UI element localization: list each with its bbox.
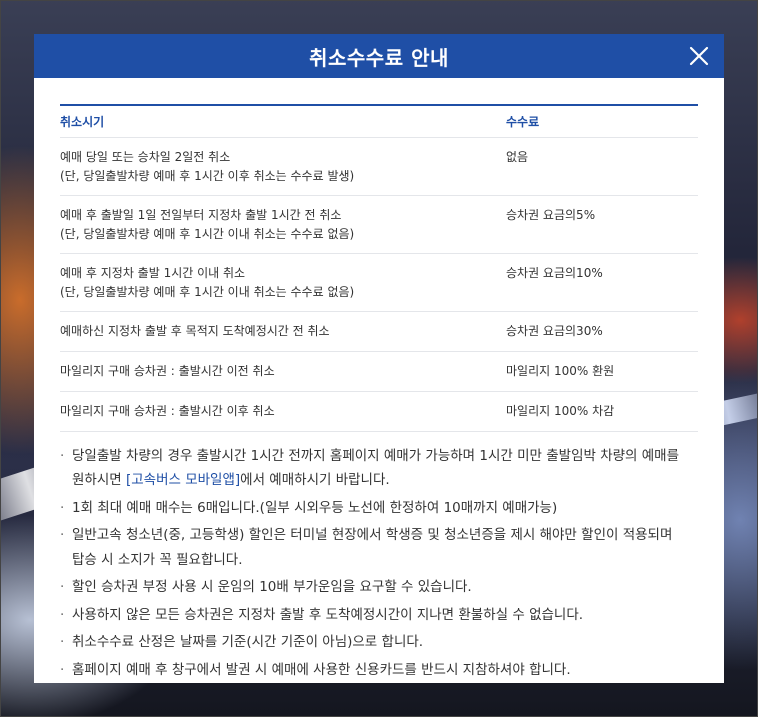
cancel-time-text: 예매 당일 또는 승차일 2일전 취소 <box>60 149 231 164</box>
cancel-time-note: (단, 당일출발차량 예매 후 1시간 이내 취소는 수수료 없음) <box>60 226 355 241</box>
table-row: 예매하신 지정차 출발 후 목적지 도착예정시간 전 취소 승차권 요금의30% <box>60 311 698 352</box>
fee-cell: 없음 <box>506 137 698 196</box>
notice-item: 사용하지 않은 모든 승차권은 지정차 출발 후 도착예정시간이 지나면 환불하… <box>60 603 700 628</box>
fee-cell: 승차권 요금의10% <box>506 253 698 312</box>
notice-list: 당일출발 차량의 경우 출발시간 1시간 전까지 홈페이지 예매가 가능하며 1… <box>60 444 700 683</box>
close-icon <box>689 46 709 66</box>
cancel-time-text: 예매 후 출발일 1일 전일부터 지정차 출발 1시간 전 취소 <box>60 207 342 222</box>
cancel-time-cell: 예매 당일 또는 승차일 2일전 취소 (단, 당일출발차량 예매 후 1시간 … <box>60 137 506 196</box>
column-header-fee: 수수료 <box>506 105 698 138</box>
cancellation-fee-modal: 취소수수료 안내 취소시기 수수료 예매 당일 또는 승차일 2일전 취소 (단… <box>34 34 724 683</box>
fee-cell: 승차권 요금의5% <box>506 195 698 254</box>
cancel-time-cell: 예매하신 지정차 출발 후 목적지 도착예정시간 전 취소 <box>60 311 506 352</box>
notice-item: 홈페이지 예매 후 창구에서 발권 시 예매에 사용한 신용카드를 반드시 지참… <box>60 658 700 683</box>
table-row: 예매 당일 또는 승차일 2일전 취소 (단, 당일출발차량 예매 후 1시간 … <box>60 137 698 196</box>
modal-content: 취소시기 수수료 예매 당일 또는 승차일 2일전 취소 (단, 당일출발차량 … <box>34 78 724 682</box>
fee-cell: 마일리지 100% 환원 <box>506 351 698 392</box>
cancel-time-cell: 예매 후 출발일 1일 전일부터 지정차 출발 1시간 전 취소 (단, 당일출… <box>60 195 506 254</box>
column-header-cancel-time: 취소시기 <box>60 105 506 138</box>
fee-cell: 마일리지 100% 차감 <box>506 391 698 432</box>
cancel-time-cell: 예매 후 지정차 출발 1시간 이내 취소 (단, 당일출발차량 예매 후 1시… <box>60 253 506 312</box>
mobile-app-link[interactable]: [고속버스 모바일앱] <box>126 472 240 488</box>
fee-table: 취소시기 수수료 예매 당일 또는 승차일 2일전 취소 (단, 당일출발차량 … <box>60 104 698 432</box>
notice-item: 1회 최대 예매 매수는 6매입니다.(일부 시외우등 노선에 한정하여 10매… <box>60 496 700 521</box>
table-header-row: 취소시기 수수료 <box>60 105 698 138</box>
table-row: 예매 후 출발일 1일 전일부터 지정차 출발 1시간 전 취소 (단, 당일출… <box>60 195 698 254</box>
table-row: 마일리지 구매 승차권 : 출발시간 이전 취소 마일리지 100% 환원 <box>60 351 698 392</box>
cancel-time-cell: 마일리지 구매 승차권 : 출발시간 이후 취소 <box>60 391 506 432</box>
fee-cell: 승차권 요금의30% <box>506 311 698 352</box>
close-button[interactable] <box>684 41 714 71</box>
cancel-time-cell: 마일리지 구매 승차권 : 출발시간 이전 취소 <box>60 351 506 392</box>
cancel-time-text: 예매 후 지정차 출발 1시간 이내 취소 <box>60 265 246 280</box>
cancel-time-note: (단, 당일출발차량 예매 후 1시간 이내 취소는 수수료 없음) <box>60 284 355 299</box>
table-row: 예매 후 지정차 출발 1시간 이내 취소 (단, 당일출발차량 예매 후 1시… <box>60 253 698 312</box>
modal-title: 취소수수료 안내 <box>309 45 449 70</box>
notice-item: 할인 승차권 부정 사용 시 운임의 10배 부가운임을 요구할 수 있습니다. <box>60 575 700 600</box>
modal-header: 취소수수료 안내 <box>34 34 724 78</box>
notice-item: 당일출발 차량의 경우 출발시간 1시간 전까지 홈페이지 예매가 가능하며 1… <box>60 444 700 493</box>
notice-item: 일반고속 청소년(중, 고등학생) 할인은 터미널 현장에서 학생증 및 청소년… <box>60 523 700 572</box>
table-row: 마일리지 구매 승차권 : 출발시간 이후 취소 마일리지 100% 차감 <box>60 391 698 432</box>
notice-item: 취소수수료 산정은 날짜를 기준(시간 기준이 아님)으로 합니다. <box>60 630 700 655</box>
cancel-time-note: (단, 당일출발차량 예매 후 1시간 이후 취소는 수수료 발생) <box>60 168 355 183</box>
notice-text: 에서 예매하시기 바랍니다. <box>240 472 390 488</box>
